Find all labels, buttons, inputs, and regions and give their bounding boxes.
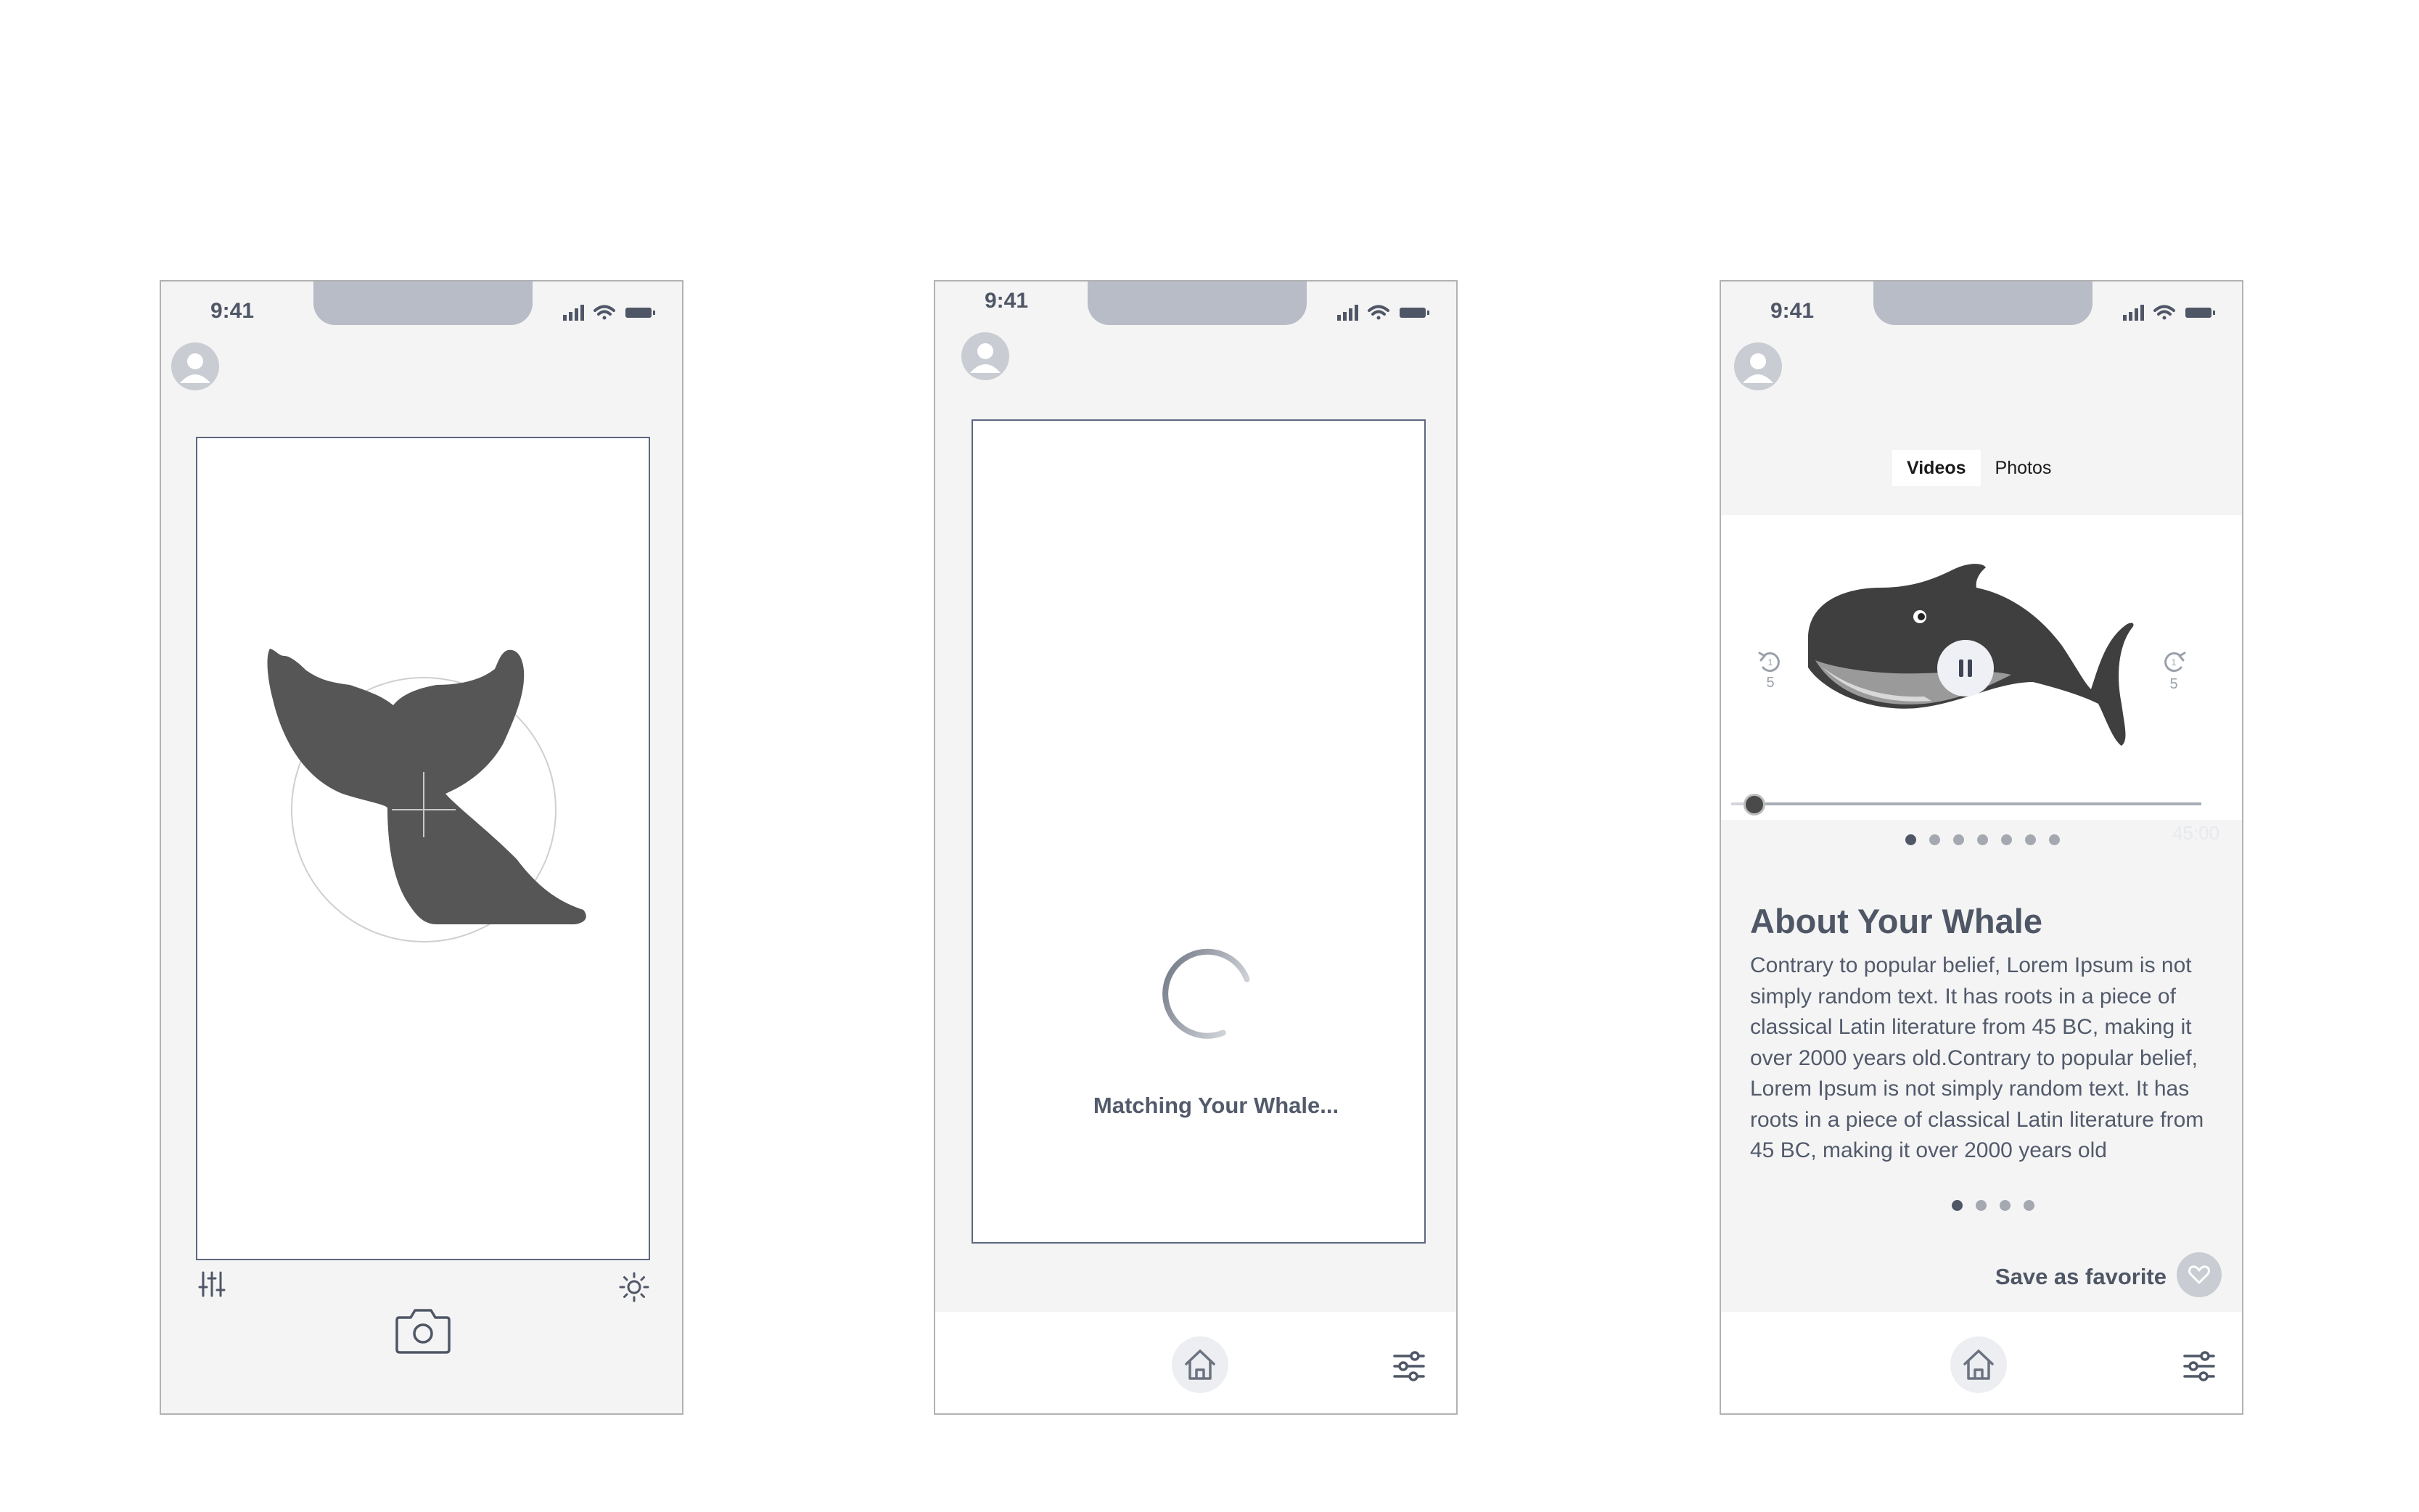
- signal-icon: [563, 305, 584, 321]
- status-time: 9:41: [1770, 299, 1815, 323]
- match-preview-frame: Matching Your Whale...: [972, 419, 1426, 1244]
- about-body: Contrary to popular belief, Lorem Ipsum …: [1750, 953, 2204, 1162]
- filter-icon[interactable]: [2182, 1349, 2216, 1383]
- video-player[interactable]: 1 5 1 5: [1721, 515, 2242, 820]
- bottom-nav: [1721, 1312, 2242, 1413]
- wifi-icon: [1368, 305, 1389, 320]
- text-page-dot[interactable]: [2024, 1200, 2034, 1211]
- user-icon: [1743, 353, 1773, 383]
- text-page-dot[interactable]: [1976, 1200, 1987, 1211]
- save-favorite-button[interactable]: [2177, 1252, 2222, 1297]
- svg-text:1: 1: [2172, 657, 2177, 667]
- video-progress-track[interactable]: [1731, 802, 2201, 805]
- home-button[interactable]: [1950, 1336, 2007, 1393]
- battery-icon: [625, 308, 652, 318]
- tab-photos[interactable]: Photos: [1981, 450, 2066, 486]
- text-page-dot[interactable]: [2000, 1200, 2011, 1211]
- signal-icon: [2123, 305, 2144, 321]
- video-carousel-dot[interactable]: [1905, 834, 1916, 845]
- loading-spinner-icon: [1162, 948, 1250, 1039]
- status-time: 9:41: [985, 289, 1029, 313]
- bottom-nav: [935, 1312, 1456, 1413]
- whale-tail-image: [267, 649, 586, 942]
- video-carousel-dot[interactable]: [1929, 834, 1940, 845]
- wifi-icon: [594, 305, 615, 320]
- svg-text:1: 1: [1768, 657, 1773, 667]
- wifi-icon: [2153, 305, 2175, 320]
- pause-icon: [1959, 660, 1972, 677]
- status-icons: [1337, 305, 1429, 321]
- video-progress-thumb[interactable]: [1744, 794, 1766, 815]
- video-carousel-dot[interactable]: [2025, 834, 2036, 845]
- video-carousel-dots: [1905, 834, 2060, 845]
- avatar[interactable]: [171, 342, 219, 390]
- user-icon: [180, 353, 210, 383]
- loading-text: Matching Your Whale...: [1093, 1093, 1339, 1118]
- result-screen: 9:41 Videos Photos 1 5 1 5 45:00 About Y…: [1720, 280, 2243, 1415]
- save-favorite-label[interactable]: Save as favorite: [1995, 1264, 2167, 1290]
- avatar[interactable]: [1734, 342, 1782, 390]
- pause-button[interactable]: [1937, 640, 1994, 697]
- tab-videos[interactable]: Videos: [1892, 450, 1981, 486]
- battery-icon: [1400, 308, 1426, 318]
- home-icon: [1963, 1349, 1994, 1380]
- status-icons: [563, 305, 655, 321]
- video-carousel-dot[interactable]: [2001, 834, 2012, 845]
- avatar[interactable]: [961, 332, 1009, 380]
- home-icon: [1185, 1349, 1215, 1380]
- home-button[interactable]: [1172, 1336, 1228, 1393]
- camera-shutter-icon[interactable]: [395, 1304, 451, 1355]
- matching-screen: 9:41 Matching Your Whale...: [934, 280, 1458, 1415]
- forward-seconds: 5: [2169, 676, 2178, 692]
- filter-icon[interactable]: [1392, 1349, 1426, 1383]
- text-page-dot[interactable]: [1952, 1200, 1963, 1211]
- brightness-icon[interactable]: [618, 1271, 650, 1303]
- text-page-dots: [1952, 1200, 2034, 1211]
- rewind-seconds: 5: [1766, 675, 1775, 691]
- notch: [1088, 282, 1307, 325]
- about-title: About Your Whale: [1750, 902, 2042, 940]
- capture-screen: 9:41: [160, 280, 683, 1415]
- user-icon: [970, 343, 1001, 373]
- signal-icon: [1337, 305, 1358, 321]
- heart-icon: [2188, 1265, 2210, 1284]
- notch: [1873, 282, 2093, 325]
- video-time-label: 45:00: [2172, 822, 2220, 844]
- video-carousel-dot[interactable]: [1953, 834, 1964, 845]
- camera-viewfinder[interactable]: [196, 437, 650, 1260]
- media-tabs: Videos Photos: [1892, 450, 2066, 486]
- video-carousel-dot[interactable]: [2049, 834, 2060, 845]
- status-time: 9:41: [210, 299, 255, 323]
- status-icons: [2123, 305, 2215, 321]
- forward-icon[interactable]: 1: [2161, 649, 2187, 675]
- rewind-icon[interactable]: 1: [1757, 649, 1783, 675]
- notch: [313, 282, 533, 325]
- sliders-icon[interactable]: [197, 1270, 226, 1299]
- battery-icon: [2185, 308, 2211, 318]
- video-carousel-dot[interactable]: [1977, 834, 1988, 845]
